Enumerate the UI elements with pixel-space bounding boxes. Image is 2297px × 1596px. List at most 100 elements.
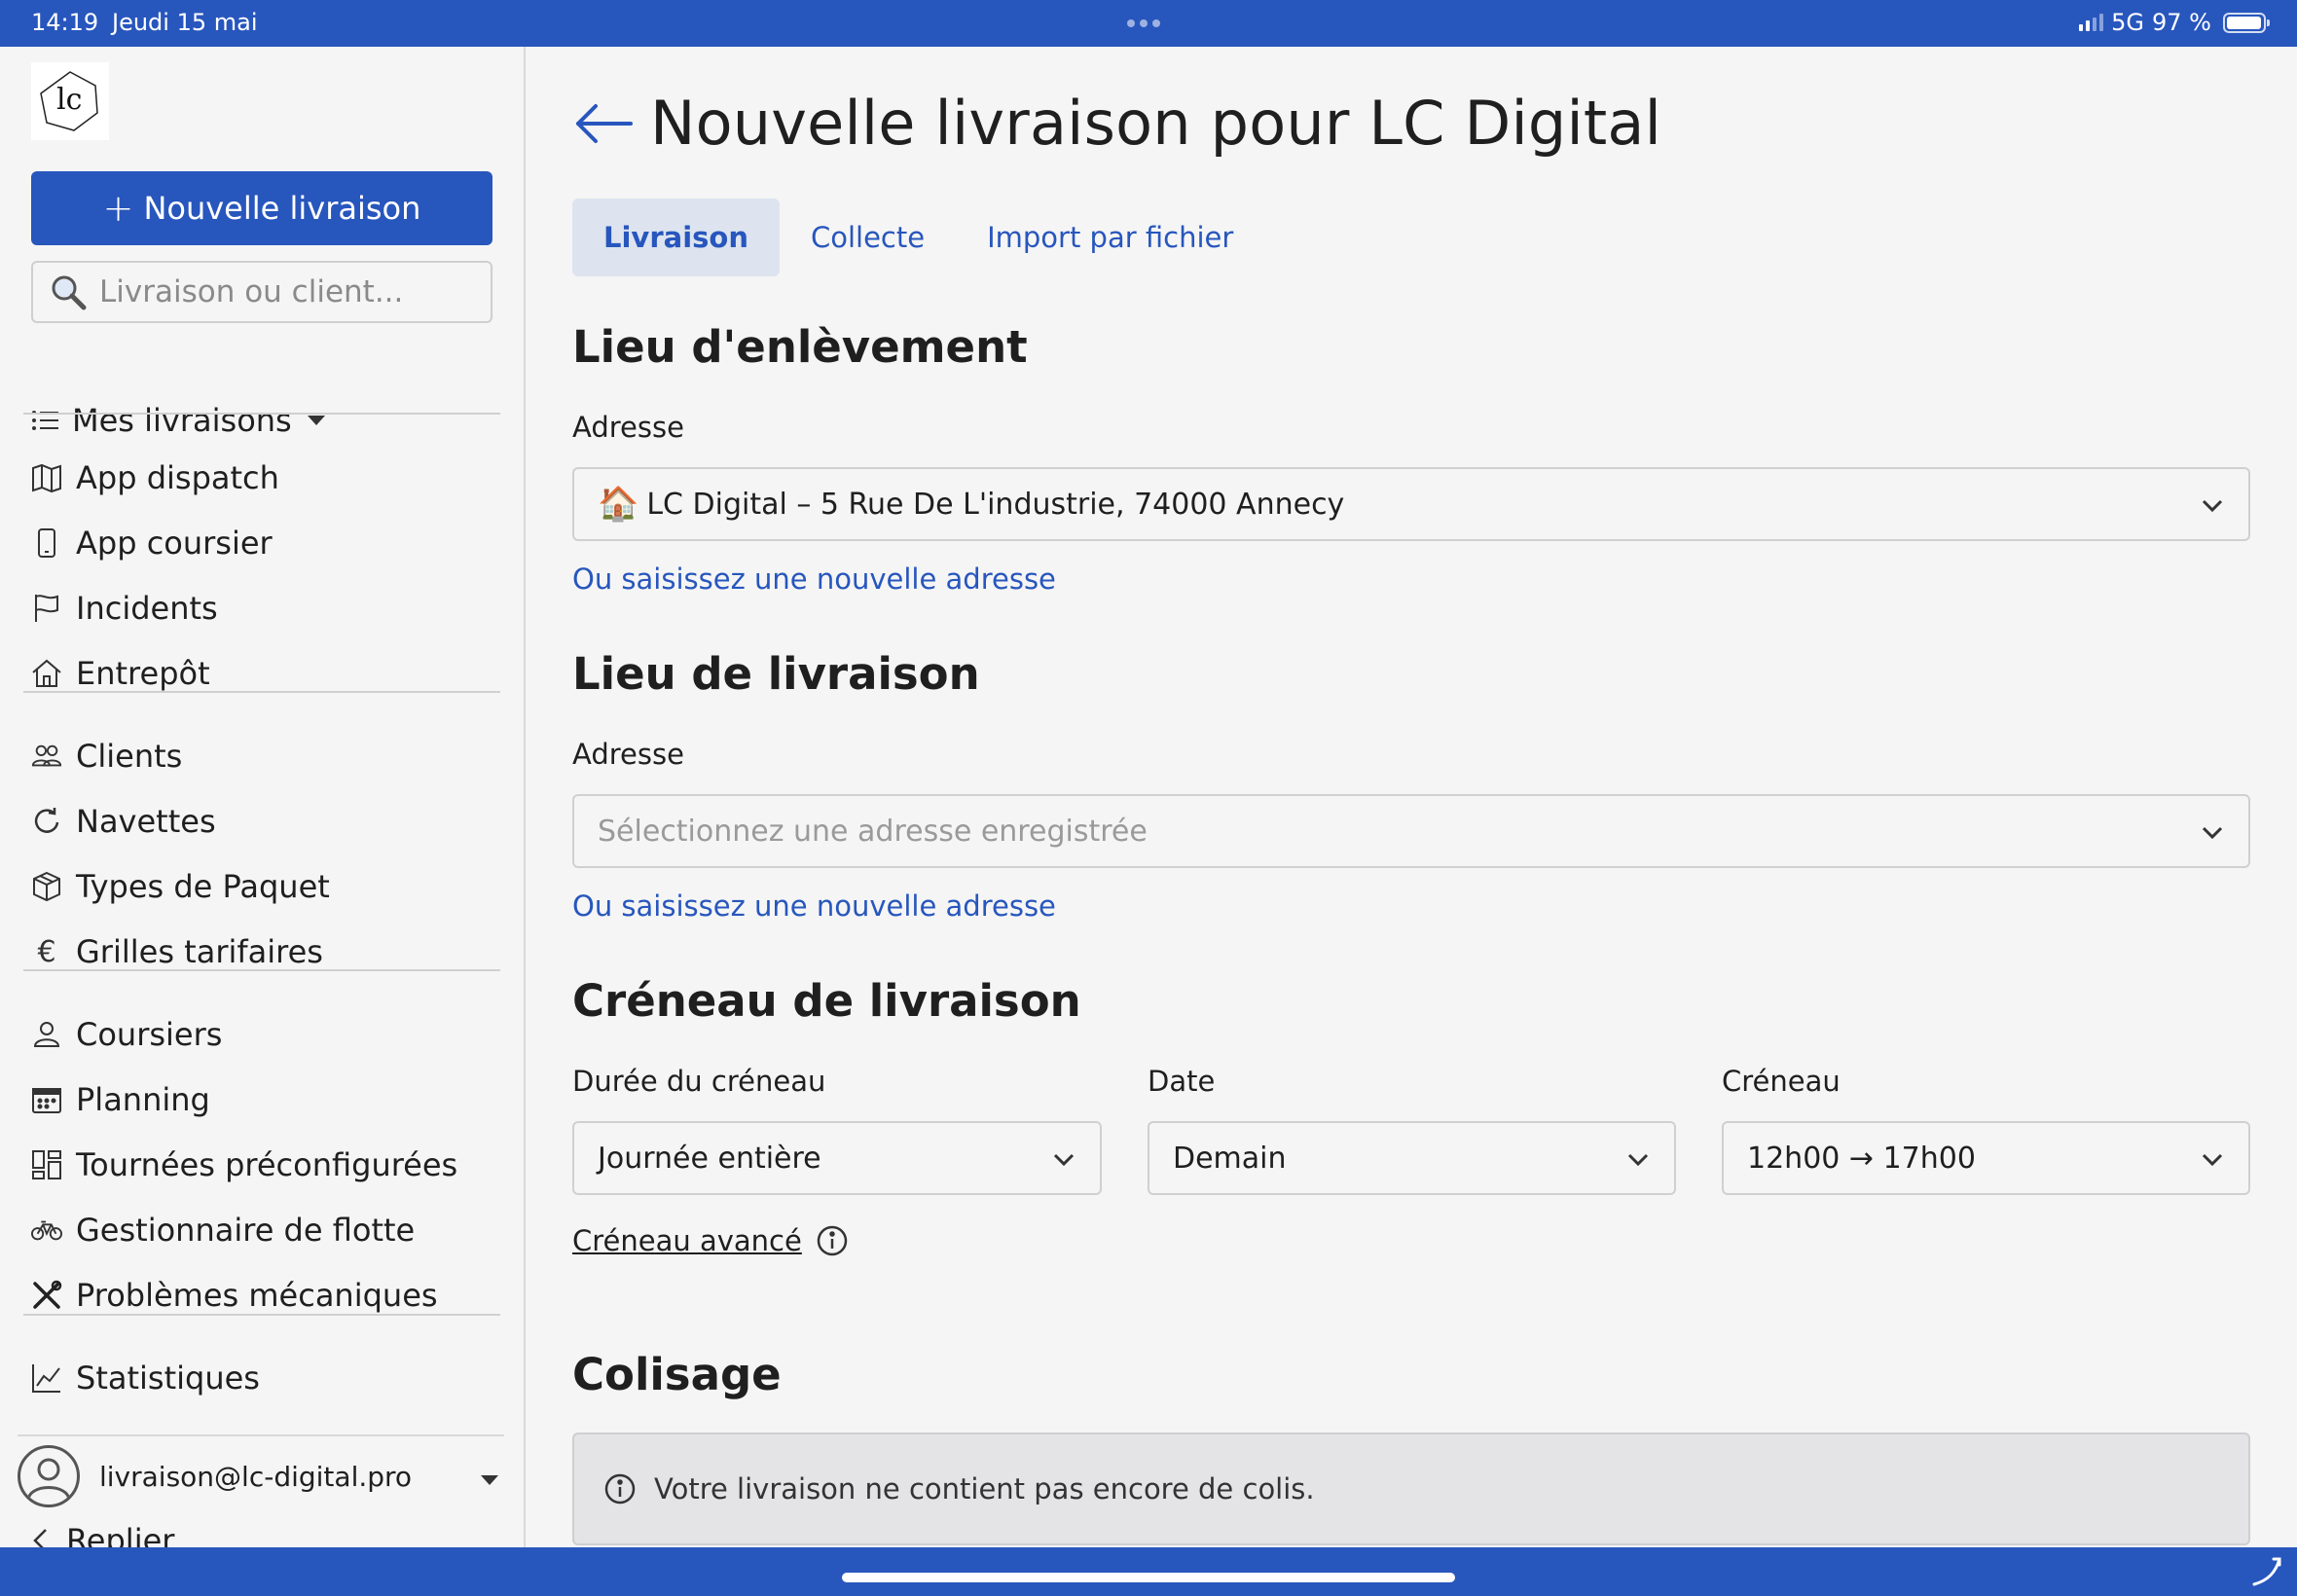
layout-icon	[31, 1149, 62, 1180]
phone-icon	[31, 527, 62, 559]
sidebar: lc + Nouvelle livraison Mes livraisons A…	[0, 47, 526, 1559]
sidebar-item-label: Clients	[76, 738, 183, 775]
sidebar-item-label: App coursier	[76, 525, 273, 562]
slot-time-select[interactable]: 12h00 → 17h00	[1722, 1121, 2250, 1195]
sidebar-item-statistiques[interactable]: Statistiques	[31, 1354, 260, 1402]
refresh-icon	[31, 806, 62, 837]
slot-date-select[interactable]: Demain	[1148, 1121, 1676, 1195]
bicycle-icon	[31, 1215, 62, 1246]
my-deliveries-label: Mes livraisons	[72, 402, 292, 439]
sidebar-item-label: Problèmes mécaniques	[76, 1277, 438, 1314]
sidebar-item-tournees[interactable]: Tournées préconfigurées	[31, 1141, 457, 1189]
slot-date-value: Demain	[1173, 1141, 1287, 1176]
sidebar-item-label: Types de Paquet	[76, 868, 330, 905]
status-bar: 14:19 Jeudi 15 mai 5G 97 %	[0, 0, 2297, 47]
sidebar-divider	[23, 969, 500, 971]
person-icon	[31, 1019, 62, 1050]
sidebar-item-app-coursier[interactable]: App coursier	[31, 519, 273, 567]
tab-import[interactable]: Import par fichier	[956, 199, 1264, 276]
sidebar-item-label: Statistiques	[76, 1360, 260, 1396]
tab-livraison[interactable]: Livraison	[572, 199, 780, 276]
multitasking-dots-icon[interactable]	[1127, 19, 1160, 27]
battery-icon	[2223, 12, 2270, 33]
sidebar-item-gestionnaire-de-flotte[interactable]: Gestionnaire de flotte	[31, 1206, 415, 1254]
pickup-section-title: Lieu d'enlèvement	[572, 321, 1028, 373]
users-icon	[31, 741, 62, 772]
chevron-down-icon	[2202, 826, 2223, 840]
user-menu[interactable]: livraison@lc-digital.pro	[18, 1434, 504, 1507]
bottom-bar	[0, 1547, 2297, 1596]
advanced-slot-label: Créneau avancé	[572, 1224, 802, 1257]
pickup-new-address-link[interactable]: Ou saisissez une nouvelle adresse	[572, 562, 1056, 596]
box-icon	[31, 871, 62, 902]
status-date: Jeudi 15 mai	[112, 9, 258, 36]
search-input[interactable]	[99, 274, 489, 309]
sidebar-item-problemes-mecaniques[interactable]: Problèmes mécaniques	[31, 1271, 438, 1320]
sidebar-item-types-de-paquet[interactable]: Types de Paquet	[31, 862, 330, 911]
tools-icon	[31, 1280, 62, 1311]
house-emoji-icon: 🏠	[598, 485, 639, 524]
sidebar-item-label: Planning	[76, 1081, 210, 1118]
caret-down-icon	[481, 1475, 498, 1485]
chevron-down-icon	[1053, 1153, 1075, 1167]
new-delivery-label: Nouvelle livraison	[143, 190, 421, 227]
tab-collecte[interactable]: Collecte	[780, 199, 956, 276]
slot-duration-value: Journée entière	[598, 1141, 821, 1176]
sidebar-item-planning[interactable]: Planning	[31, 1075, 210, 1124]
delivery-new-address-link[interactable]: Ou saisissez une nouvelle adresse	[572, 889, 1056, 923]
delivery-address-placeholder: Sélectionnez une adresse enregistrée	[598, 814, 1148, 849]
sidebar-divider	[23, 413, 500, 415]
signal-icon	[2079, 14, 2104, 31]
user-email: livraison@lc-digital.pro	[99, 1460, 413, 1493]
avatar	[18, 1445, 80, 1507]
sidebar-divider	[23, 691, 500, 693]
pickup-address-label: Adresse	[572, 411, 684, 444]
advanced-slot-toggle[interactable]: Créneau avancé	[572, 1224, 849, 1257]
delivery-section-title: Lieu de livraison	[572, 648, 980, 700]
slot-date-label: Date	[1148, 1065, 1216, 1098]
sidebar-item-incidents[interactable]: Incidents	[31, 584, 218, 633]
chart-icon	[31, 1362, 62, 1394]
sidebar-item-app-dispatch[interactable]: App dispatch	[31, 453, 279, 502]
network-label: 5G	[2111, 9, 2145, 36]
flag-icon	[31, 593, 62, 624]
new-delivery-button[interactable]: + Nouvelle livraison	[31, 171, 492, 245]
status-indicators: 5G 97 %	[2079, 9, 2270, 36]
slot-duration-select[interactable]: Journée entière	[572, 1121, 1102, 1195]
sidebar-item-label: Grilles tarifaires	[76, 933, 323, 970]
chevron-down-icon	[2202, 1153, 2223, 1167]
house-icon	[31, 658, 62, 689]
svg-text:lc: lc	[56, 83, 82, 117]
empty-packages-message: Votre livraison ne contient pas encore d…	[654, 1472, 1315, 1505]
home-indicator[interactable]	[842, 1573, 1455, 1582]
back-arrow-icon[interactable]	[572, 99, 635, 148]
company-logo[interactable]: lc	[31, 62, 109, 140]
delivery-address-select[interactable]: Sélectionnez une adresse enregistrée	[572, 794, 2250, 868]
slot-time-label: Créneau	[1722, 1065, 1841, 1098]
tab-bar: Livraison Collecte Import par fichier	[572, 199, 1264, 276]
calendar-icon	[31, 1084, 62, 1115]
sidebar-item-navettes[interactable]: Navettes	[31, 797, 216, 846]
sidebar-item-label: Navettes	[76, 803, 216, 840]
info-icon[interactable]	[816, 1224, 849, 1257]
packaging-section-title: Colisage	[572, 1349, 782, 1400]
info-icon	[604, 1473, 636, 1505]
caret-down-icon	[307, 416, 325, 425]
slot-time-value: 12h00 → 17h00	[1747, 1141, 1976, 1176]
plus-icon: +	[102, 187, 134, 230]
my-deliveries-dropdown[interactable]: Mes livraisons	[31, 397, 327, 444]
sidebar-item-coursiers[interactable]: Coursiers	[31, 1010, 222, 1059]
sidebar-item-label: App dispatch	[76, 459, 279, 496]
map-icon	[31, 462, 62, 493]
sidebar-item-clients[interactable]: Clients	[31, 732, 182, 780]
phone-call-icon[interactable]	[2250, 1555, 2283, 1588]
sidebar-divider	[23, 1314, 500, 1316]
delivery-address-label: Adresse	[572, 738, 684, 771]
sidebar-item-label: Gestionnaire de flotte	[76, 1212, 416, 1249]
euro-icon: €	[37, 934, 56, 969]
search-box[interactable]	[31, 261, 492, 323]
chevron-down-icon	[2202, 499, 2223, 513]
pickup-address-select[interactable]: 🏠 LC Digital – 5 Rue De L'industrie, 740…	[572, 467, 2250, 541]
pickup-address-value: LC Digital – 5 Rue De L'industrie, 74000…	[646, 487, 1345, 522]
sidebar-item-label: Entrepôt	[76, 655, 210, 692]
